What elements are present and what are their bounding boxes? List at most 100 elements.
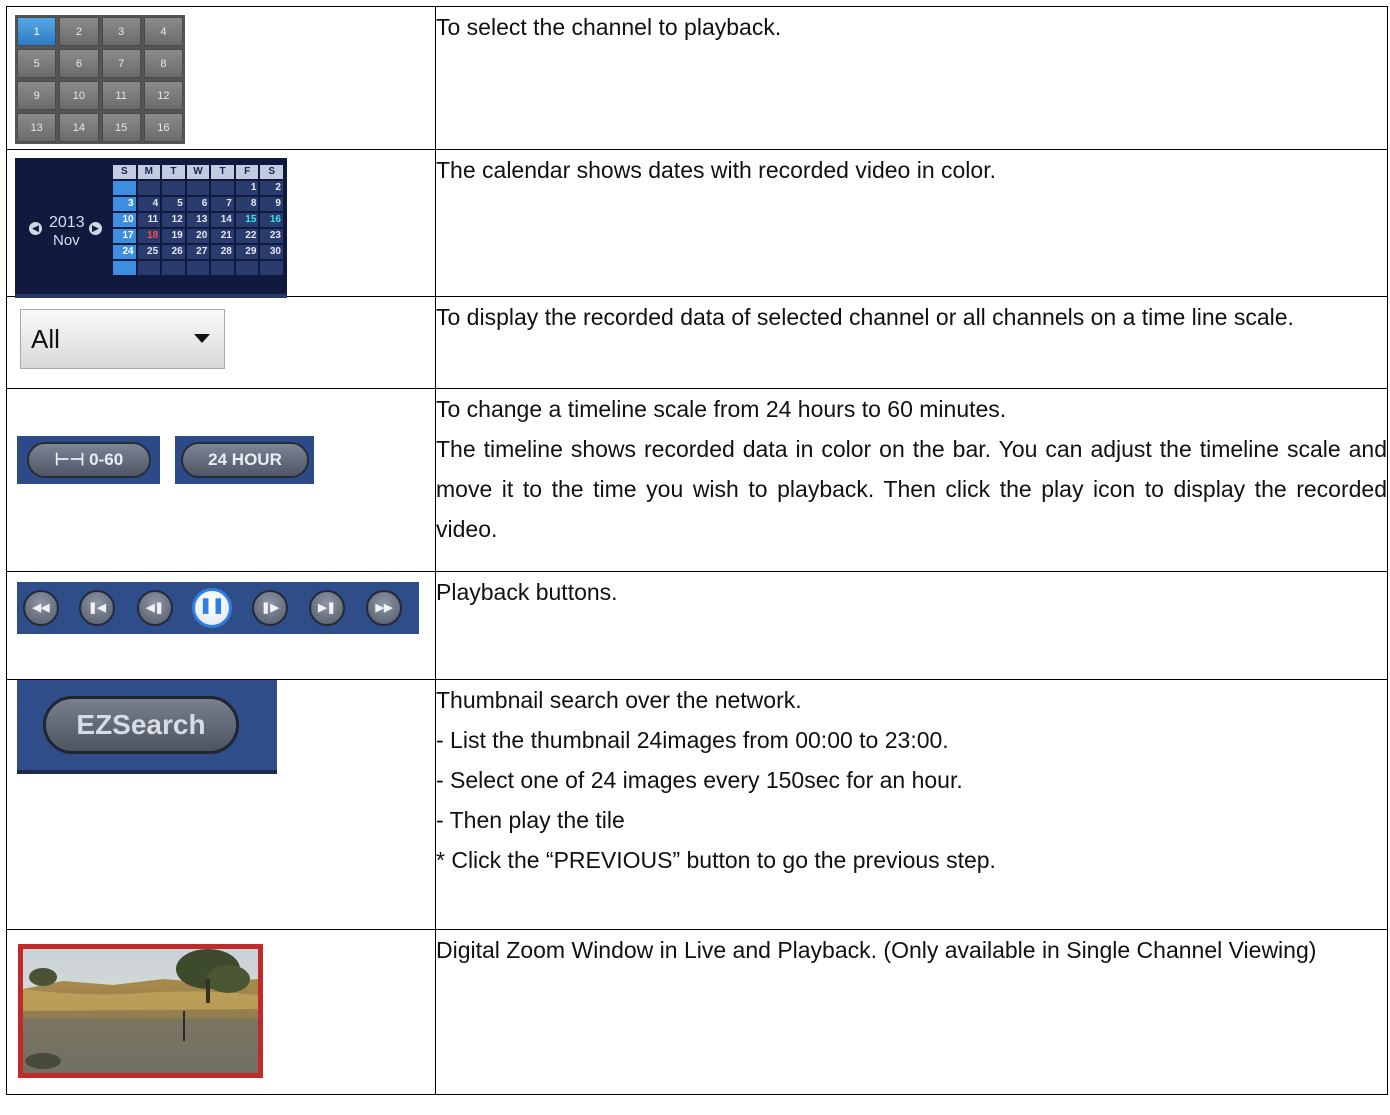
calendar-day[interactable]: 1: [235, 181, 259, 195]
channel-button-3[interactable]: 3: [101, 17, 141, 46]
description-text: Thumbnail search over the network.: [436, 687, 802, 713]
calendar-month: Nov: [53, 232, 80, 249]
calendar-day[interactable]: 3: [113, 197, 136, 211]
scale-button-bg: ⊢⊣ 0-60: [17, 436, 160, 484]
calendar-day[interactable]: 13: [186, 213, 210, 227]
calendar-day[interactable]: 25: [137, 245, 161, 259]
calendar-day[interactable]: 2: [260, 181, 283, 195]
channel-button-16[interactable]: 16: [143, 113, 183, 142]
calendar-day: [137, 181, 161, 195]
scale-icon: ⊢⊣: [54, 450, 85, 469]
image-cell: [6, 929, 436, 1095]
calendar-day[interactable]: 29: [235, 245, 259, 259]
calendar-day[interactable]: 24: [113, 245, 136, 259]
channel-button-2[interactable]: 2: [59, 17, 99, 46]
calendar-day[interactable]: 11: [137, 213, 161, 227]
channel-button-4[interactable]: 4: [143, 17, 183, 46]
table-row: Digital Zoom Window in Live and Playback…: [6, 929, 1388, 1095]
calendar-day-header: F: [235, 165, 259, 179]
calendar-day[interactable]: 7: [211, 197, 234, 211]
calendar-day[interactable]: 6: [186, 197, 210, 211]
calendar-day-header: S: [260, 165, 283, 179]
description-cell: Playback buttons.: [435, 571, 1388, 680]
description-cell: Digital Zoom Window in Live and Playback…: [435, 929, 1388, 1095]
pause-icon[interactable]: ❚❚: [192, 588, 232, 628]
description-text: - Select one of 24 images every 150sec f…: [436, 767, 963, 793]
calendar-day[interactable]: 4: [137, 197, 161, 211]
zoom-window-image: [18, 944, 263, 1078]
calendar-day: [235, 261, 259, 275]
calendar-day[interactable]: 23: [260, 229, 283, 243]
description-cell: The calendar shows dates with recorded v…: [435, 149, 1388, 297]
fast-rewind-icon[interactable]: ◀◀: [23, 590, 59, 626]
playback-bar: ◀◀ ❚◀ ◀❚ ❚❚ ❚▶ ▶❚ ▶▶: [17, 582, 419, 634]
skip-start-icon[interactable]: ❚◀: [79, 590, 115, 626]
step-forward-icon[interactable]: ❚▶: [252, 590, 288, 626]
calendar-day[interactable]: 14: [211, 213, 234, 227]
calendar-day[interactable]: 18: [137, 229, 161, 243]
description-text: Digital Zoom Window in Live and Playback…: [436, 937, 1317, 963]
channel-button-9[interactable]: 9: [17, 81, 57, 110]
calendar-day[interactable]: 5: [162, 197, 185, 211]
feature-table: 1 2 3 4 5 6 7 8 9 10 11 12 13 14 15 16 T…: [6, 6, 1388, 1095]
calendar-day: [260, 261, 283, 275]
channel-button-1[interactable]: 1: [17, 17, 57, 46]
image-cell: ◀◀ ❚◀ ◀❚ ❚❚ ❚▶ ▶❚ ▶▶: [6, 571, 436, 680]
calendar-day[interactable]: 22: [235, 229, 259, 243]
skip-end-icon[interactable]: ▶❚: [309, 590, 345, 626]
channel-button-6[interactable]: 6: [59, 49, 99, 78]
calendar-day[interactable]: 26: [162, 245, 185, 259]
calendar-day: [211, 181, 234, 195]
calendar-day[interactable]: 15: [235, 213, 259, 227]
channel-button-10[interactable]: 10: [59, 81, 99, 110]
hour-button-bg: 24 HOUR: [175, 436, 314, 484]
calendar-day-header: T: [211, 165, 234, 179]
ezsearch-button[interactable]: EZSearch: [43, 696, 239, 754]
channel-button-14[interactable]: 14: [59, 113, 99, 142]
description-cell: Thumbnail search over the network. - Lis…: [435, 679, 1388, 930]
description-text: - List the thumbnail 24images from 00:00…: [436, 727, 949, 753]
channel-button-11[interactable]: 11: [101, 81, 141, 110]
calendar-day[interactable]: 19: [162, 229, 185, 243]
calendar-day: [186, 181, 210, 195]
calendar-day-header: S: [113, 165, 136, 179]
channel-button-13[interactable]: 13: [17, 113, 57, 142]
table-row: ◀ 2013 Nov ▶ S M T W T F S 1 2 3 4 5 6 7 8 9 10 11 12 13 14 1…: [6, 149, 1388, 298]
calendar-day[interactable]: 12: [162, 213, 185, 227]
prev-month-icon[interactable]: ◀: [29, 222, 42, 235]
calendar-day[interactable]: 30: [260, 245, 283, 259]
ezsearch-bg: EZSearch: [17, 680, 277, 774]
step-back-icon[interactable]: ◀❚: [137, 590, 173, 626]
calendar-day[interactable]: 20: [186, 229, 210, 243]
image-cell: All: [6, 296, 436, 389]
calendar-widget: ◀ 2013 Nov ▶ S M T W T F S 1 2 3 4 5 6 7 8 9 10 11 12 13 14 1…: [15, 158, 287, 298]
calendar-day[interactable]: 28: [211, 245, 234, 259]
channel-button-12[interactable]: 12: [143, 81, 183, 110]
calendar-day[interactable]: 16: [260, 213, 283, 227]
fast-forward-icon[interactable]: ▶▶: [366, 590, 402, 626]
channel-button-8[interactable]: 8: [143, 49, 183, 78]
calendar-day[interactable]: 9: [260, 197, 283, 211]
table-row: 1 2 3 4 5 6 7 8 9 10 11 12 13 14 15 16 T…: [6, 6, 1388, 150]
scale-0-60-button[interactable]: ⊢⊣ 0-60: [27, 442, 151, 478]
channel-button-15[interactable]: 15: [101, 113, 141, 142]
channel-select-dropdown[interactable]: All: [20, 309, 225, 369]
table-row: EZSearch Thumbnail search over the netwo…: [6, 679, 1388, 930]
calendar-day: [137, 261, 161, 275]
calendar-day: [113, 261, 136, 275]
table-row: ◀◀ ❚◀ ◀❚ ❚❚ ❚▶ ▶❚ ▶▶ Playback buttons.: [6, 571, 1388, 680]
channel-button-5[interactable]: 5: [17, 49, 57, 78]
next-month-icon[interactable]: ▶: [89, 222, 102, 235]
24-hour-button[interactable]: 24 HOUR: [181, 442, 309, 478]
image-cell: ◀ 2013 Nov ▶ S M T W T F S 1 2 3 4 5 6 7 8 9 10 11 12 13 14 1…: [6, 149, 436, 298]
image-cell: 1 2 3 4 5 6 7 8 9 10 11 12 13 14 15 16: [6, 6, 436, 150]
channel-grid: 1 2 3 4 5 6 7 8 9 10 11 12 13 14 15 16: [15, 15, 185, 144]
calendar-day[interactable]: 21: [211, 229, 234, 243]
calendar-day[interactable]: 27: [186, 245, 210, 259]
calendar-day[interactable]: 10: [113, 213, 136, 227]
description-cell: To display the recorded data of selected…: [435, 296, 1388, 389]
channel-button-7[interactable]: 7: [101, 49, 141, 78]
chevron-down-icon: [194, 334, 210, 343]
calendar-day[interactable]: 8: [235, 197, 259, 211]
calendar-day[interactable]: 17: [113, 229, 136, 243]
